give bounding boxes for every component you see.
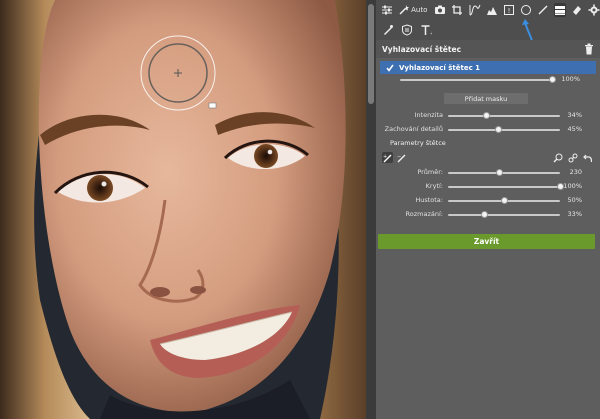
adjustment-value: 34% bbox=[567, 111, 582, 119]
brush-param-slider-thumb[interactable] bbox=[500, 197, 508, 204]
brush-param-row: Rozmazání: 33% bbox=[376, 210, 600, 224]
brush-param-row: Krytí: 100% bbox=[376, 182, 600, 196]
add-mask-button[interactable]: Přidat masku bbox=[444, 93, 528, 104]
shield-icon[interactable] bbox=[400, 23, 414, 37]
layers-icon[interactable] bbox=[553, 3, 566, 17]
brush-param-slider-track[interactable] bbox=[448, 186, 560, 188]
adjustment-value: 45% bbox=[567, 125, 582, 133]
svg-text:+: + bbox=[430, 31, 432, 36]
brush-param-slider-thumb[interactable] bbox=[481, 211, 489, 218]
adjustment-slider-track[interactable] bbox=[448, 115, 560, 117]
sliders-icon[interactable] bbox=[381, 3, 393, 17]
histogram-icon[interactable] bbox=[486, 3, 498, 17]
brush-param-slider-thumb[interactable] bbox=[496, 169, 504, 176]
brush-add-icon[interactable]: + bbox=[382, 152, 393, 163]
link-icon[interactable] bbox=[567, 152, 578, 163]
svg-text:!: ! bbox=[507, 7, 510, 15]
trash-icon[interactable] bbox=[584, 43, 594, 55]
eraser-icon[interactable] bbox=[571, 3, 583, 17]
text-icon[interactable]: + bbox=[419, 23, 433, 37]
auto-label[interactable]: Auto bbox=[411, 6, 427, 14]
layer-checkbox[interactable] bbox=[386, 64, 394, 72]
opacity-slider-row: 100% bbox=[376, 75, 600, 85]
brush-erase-icon[interactable]: − bbox=[396, 152, 407, 163]
circle-icon[interactable] bbox=[520, 3, 532, 17]
opacity-slider-thumb[interactable] bbox=[548, 76, 556, 83]
curves-icon[interactable] bbox=[469, 3, 481, 17]
tools-panel: Auto ! Vyhlazovací štětec Vyhlazovací št… bbox=[376, 0, 600, 419]
brush-param-slider-track[interactable] bbox=[448, 214, 560, 216]
adjustment-label: Zachování detailů bbox=[384, 125, 443, 133]
wand-icon[interactable] bbox=[398, 3, 410, 17]
pipette-icon[interactable] bbox=[552, 152, 563, 163]
exposure-icon[interactable]: ! bbox=[503, 3, 515, 17]
brush-param-value: 33% bbox=[567, 210, 582, 218]
section-header: Vyhlazovací štětec bbox=[376, 40, 600, 58]
adjustment-row: Zachování detailů 45% bbox=[376, 125, 600, 139]
svg-text:+: + bbox=[383, 154, 387, 160]
svg-text:−: − bbox=[397, 154, 401, 160]
brush-param-value: 100% bbox=[563, 182, 582, 190]
opacity-slider-track[interactable] bbox=[400, 79, 552, 81]
camera-icon[interactable] bbox=[434, 3, 446, 17]
adjustment-row: Intenzita 34% bbox=[376, 111, 600, 125]
adjustment-slider-thumb[interactable] bbox=[494, 126, 502, 133]
brush-param-label: Rozmazání: bbox=[405, 210, 443, 218]
brush-tools-row: + − bbox=[376, 150, 600, 166]
brush-icon[interactable] bbox=[537, 3, 549, 17]
tool-toolbar: Auto ! bbox=[376, 0, 600, 20]
brush-param-row: Průměr: 230 bbox=[376, 168, 600, 182]
close-button[interactable]: Zavřít bbox=[378, 234, 595, 249]
settings-icon[interactable] bbox=[588, 3, 600, 17]
brush-param-value: 50% bbox=[567, 196, 582, 204]
brush-param-slider-track[interactable] bbox=[448, 172, 560, 174]
opacity-value: 100% bbox=[561, 75, 580, 83]
crop-icon[interactable] bbox=[451, 3, 463, 17]
brush-param-row: Hustota: 50% bbox=[376, 196, 600, 210]
section-title: Vyhlazovací štětec bbox=[382, 44, 462, 54]
layer-item[interactable]: Vyhlazovací štětec 1 bbox=[380, 61, 596, 74]
undo-icon[interactable] bbox=[582, 152, 593, 163]
brush-param-label: Průměr: bbox=[417, 168, 443, 176]
tool-toolbar-secondary: + bbox=[376, 20, 600, 40]
layer-name: Vyhlazovací štětec 1 bbox=[399, 63, 481, 72]
adjustment-slider-thumb[interactable] bbox=[482, 112, 490, 119]
brush-param-label: Hustota: bbox=[415, 196, 443, 204]
adjustment-label: Intenzita bbox=[414, 111, 443, 119]
adjustment-slider-track[interactable] bbox=[448, 129, 560, 131]
brush-param-value: 230 bbox=[569, 168, 582, 176]
canvas-scrollbar[interactable] bbox=[366, 0, 376, 419]
scrollbar-thumb[interactable] bbox=[368, 4, 374, 104]
portrait-photo bbox=[0, 0, 366, 419]
brush-param-label: Krytí: bbox=[425, 182, 443, 190]
clone-brush-icon[interactable] bbox=[381, 23, 395, 37]
brush-params-title: Parametry štětce bbox=[390, 139, 446, 147]
photo-canvas[interactable] bbox=[0, 0, 366, 419]
